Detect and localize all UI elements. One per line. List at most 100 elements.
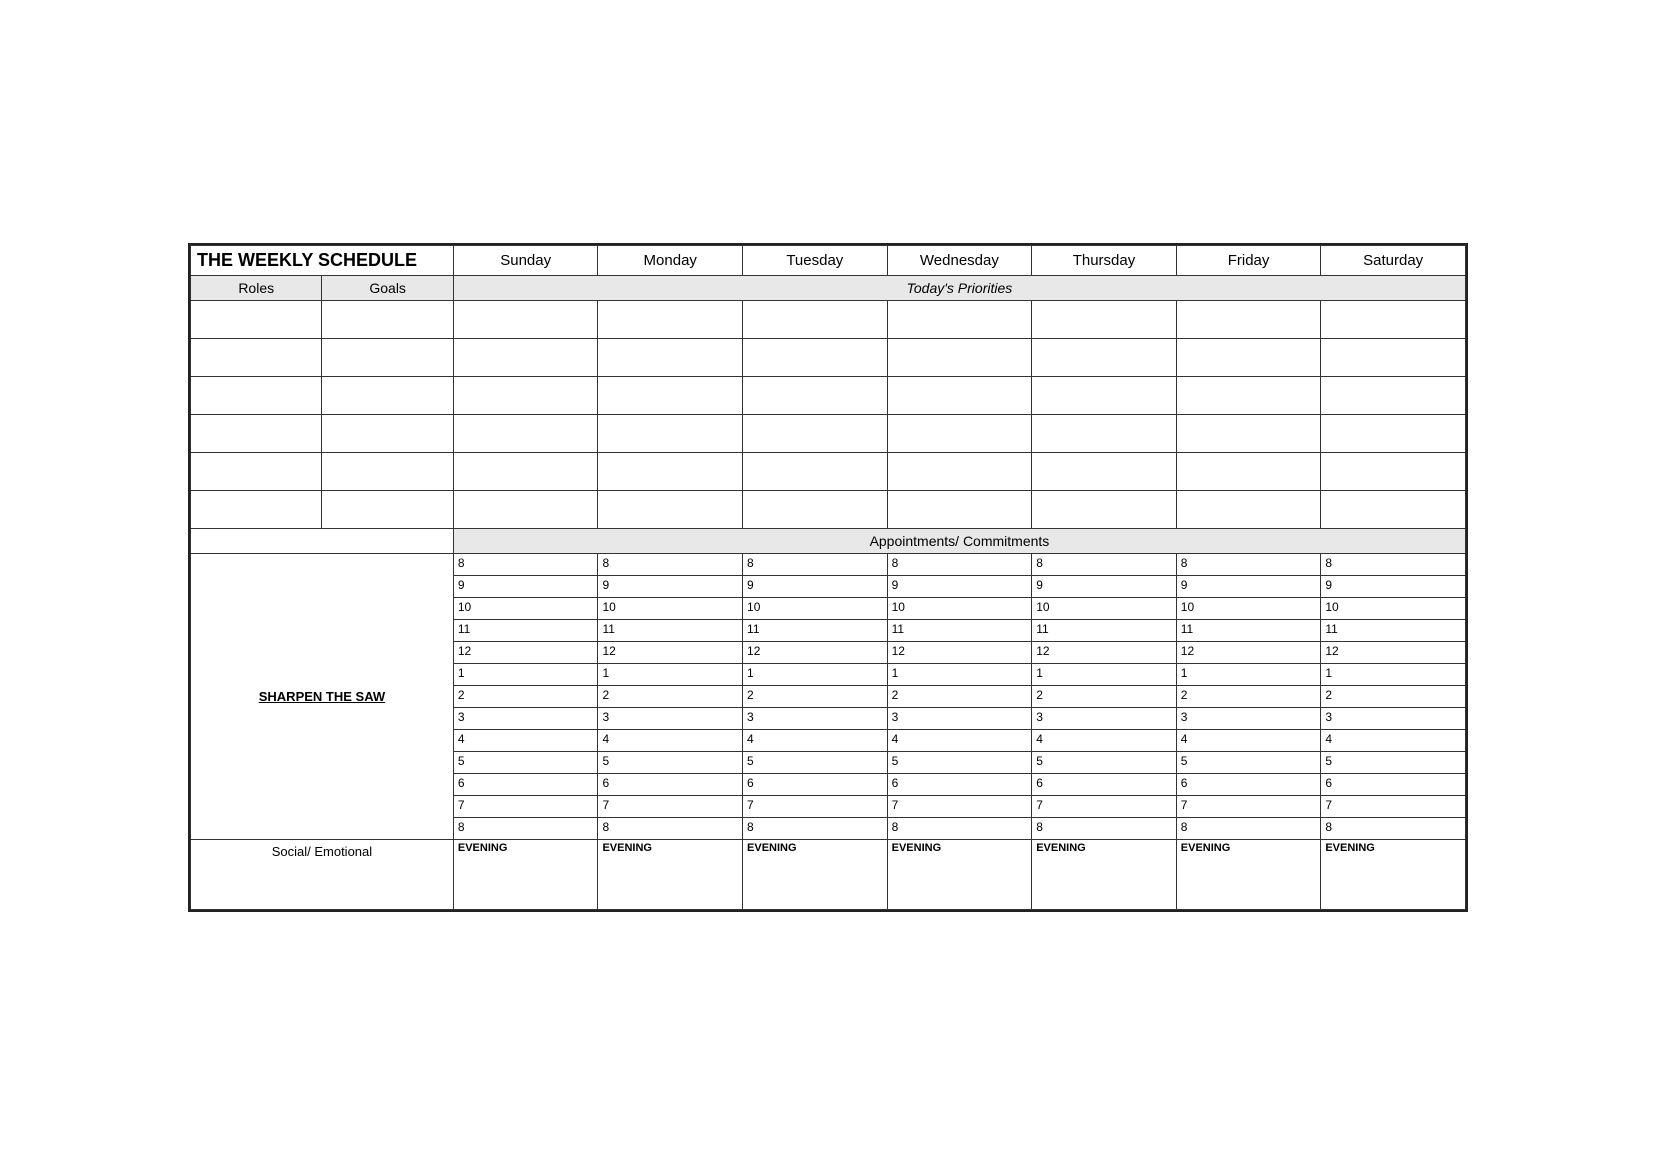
sunday-cell[interactable] [453,376,598,414]
tue-10[interactable]: 10 [743,597,888,619]
tue-2[interactable]: 2 [743,685,888,707]
wednesday-cell[interactable] [887,338,1032,376]
friday-cell[interactable] [1176,414,1321,452]
wednesday-cell[interactable] [887,300,1032,338]
saturday-cell[interactable] [1321,414,1466,452]
wed-11[interactable]: 11 [887,619,1032,641]
sunday-cell[interactable] [453,452,598,490]
tue-3[interactable]: 3 [743,707,888,729]
sun-4[interactable]: 4 [453,729,598,751]
goals-cell[interactable] [322,490,453,528]
sat-11[interactable]: 11 [1321,619,1466,641]
goals-cell[interactable] [322,376,453,414]
sat-5[interactable]: 5 [1321,751,1466,773]
saturday-cell[interactable] [1321,300,1466,338]
wed-evening[interactable]: EVENING [887,839,1032,909]
wed-3[interactable]: 3 [887,707,1032,729]
sun-9[interactable]: 9 [453,575,598,597]
tue-11[interactable]: 11 [743,619,888,641]
sat-10[interactable]: 10 [1321,597,1466,619]
thu-1[interactable]: 1 [1032,663,1177,685]
wed-9[interactable]: 9 [887,575,1032,597]
thursday-cell[interactable] [1032,452,1177,490]
mon-5[interactable]: 5 [598,751,743,773]
wednesday-cell[interactable] [887,452,1032,490]
thu-5[interactable]: 5 [1032,751,1177,773]
tuesday-cell[interactable] [743,300,888,338]
sunday-cell[interactable] [453,490,598,528]
thu-8b[interactable]: 8 [1032,817,1177,839]
fri-evening[interactable]: EVENING [1176,839,1321,909]
sat-4[interactable]: 4 [1321,729,1466,751]
thursday-cell[interactable] [1032,490,1177,528]
mon-6[interactable]: 6 [598,773,743,795]
wed-12[interactable]: 12 [887,641,1032,663]
mon-8b[interactable]: 8 [598,817,743,839]
monday-cell[interactable] [598,452,743,490]
tue-8b[interactable]: 8 [743,817,888,839]
tuesday-cell[interactable] [743,338,888,376]
wednesday-cell[interactable] [887,490,1032,528]
tuesday-cell[interactable] [743,452,888,490]
saturday-cell[interactable] [1321,452,1466,490]
thu-2[interactable]: 2 [1032,685,1177,707]
goals-cell[interactable] [322,414,453,452]
sat-evening[interactable]: EVENING [1321,839,1466,909]
fri-7[interactable]: 7 [1176,795,1321,817]
saturday-cell[interactable] [1321,376,1466,414]
monday-cell[interactable] [598,376,743,414]
mon-12[interactable]: 12 [598,641,743,663]
friday-cell[interactable] [1176,376,1321,414]
roles-cell[interactable] [191,300,322,338]
tue-9[interactable]: 9 [743,575,888,597]
thu-4[interactable]: 4 [1032,729,1177,751]
sat-3[interactable]: 3 [1321,707,1466,729]
thursday-cell[interactable] [1032,300,1177,338]
roles-cell[interactable] [191,338,322,376]
thu-10[interactable]: 10 [1032,597,1177,619]
sun-1[interactable]: 1 [453,663,598,685]
roles-cell[interactable] [191,376,322,414]
mon-1[interactable]: 1 [598,663,743,685]
roles-cell[interactable] [191,490,322,528]
sun-8[interactable]: 8 [453,553,598,575]
mon-10[interactable]: 10 [598,597,743,619]
fri-3[interactable]: 3 [1176,707,1321,729]
wed-4[interactable]: 4 [887,729,1032,751]
sat-7[interactable]: 7 [1321,795,1466,817]
thursday-cell[interactable] [1032,338,1177,376]
thu-11[interactable]: 11 [1032,619,1177,641]
tue-4[interactable]: 4 [743,729,888,751]
sun-12[interactable]: 12 [453,641,598,663]
fri-9[interactable]: 9 [1176,575,1321,597]
sun-11[interactable]: 11 [453,619,598,641]
sat-12[interactable]: 12 [1321,641,1466,663]
fri-8b[interactable]: 8 [1176,817,1321,839]
tuesday-cell[interactable] [743,414,888,452]
fri-1[interactable]: 1 [1176,663,1321,685]
roles-cell[interactable] [191,452,322,490]
goals-cell[interactable] [322,300,453,338]
sun-7[interactable]: 7 [453,795,598,817]
goals-cell[interactable] [322,338,453,376]
thu-8[interactable]: 8 [1032,553,1177,575]
sun-evening[interactable]: EVENING [453,839,598,909]
tue-1[interactable]: 1 [743,663,888,685]
fri-8[interactable]: 8 [1176,553,1321,575]
fri-6[interactable]: 6 [1176,773,1321,795]
sat-2[interactable]: 2 [1321,685,1466,707]
saturday-cell[interactable] [1321,490,1466,528]
roles-cell[interactable] [191,414,322,452]
wed-2[interactable]: 2 [887,685,1032,707]
mon-11[interactable]: 11 [598,619,743,641]
mon-2[interactable]: 2 [598,685,743,707]
saturday-cell[interactable] [1321,338,1466,376]
sat-8b[interactable]: 8 [1321,817,1466,839]
sunday-cell[interactable] [453,300,598,338]
fri-2[interactable]: 2 [1176,685,1321,707]
sun-2[interactable]: 2 [453,685,598,707]
fri-12[interactable]: 12 [1176,641,1321,663]
mon-evening[interactable]: EVENING [598,839,743,909]
thu-6[interactable]: 6 [1032,773,1177,795]
fri-5[interactable]: 5 [1176,751,1321,773]
